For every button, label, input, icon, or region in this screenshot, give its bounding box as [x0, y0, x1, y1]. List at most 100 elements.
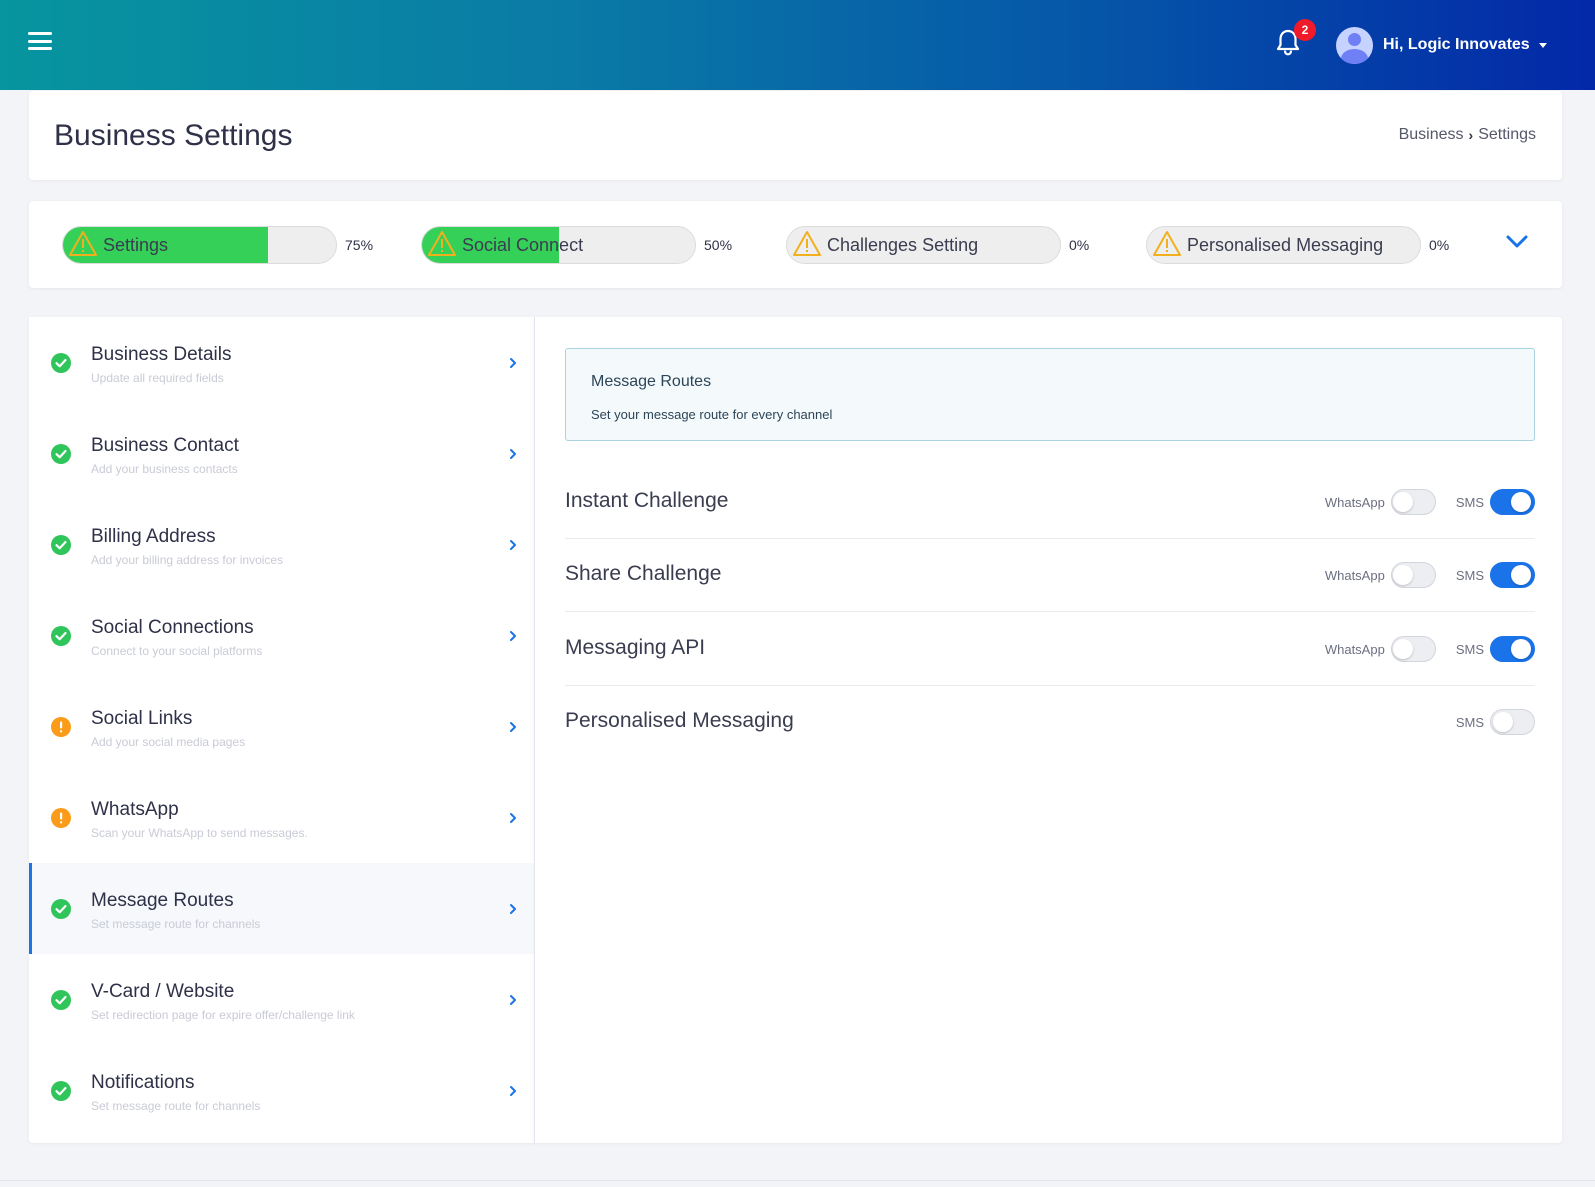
breadcrumb-business[interactable]: Business: [1399, 126, 1464, 144]
message-routes-panel: Message Routes Set your message route fo…: [534, 317, 1562, 1143]
chevron-right-icon: [510, 813, 516, 823]
whatsapp-toggle-label: WhatsApp: [1324, 641, 1385, 657]
chevron-right-icon: [510, 631, 516, 641]
sidebar-item-billing-address[interactable]: Billing Address Add your billing address …: [29, 499, 534, 591]
check-circle-icon: [51, 444, 71, 464]
user-greeting: Hi, Logic Innovates: [1383, 36, 1530, 53]
sidebar-item-social-links[interactable]: Social Links Add your social media pages: [29, 681, 534, 773]
route-name: Messaging API: [565, 636, 706, 659]
sidebar-item-v-card-website[interactable]: V-Card / Website Set redirection page for…: [29, 954, 534, 1046]
chevron-right-icon: [510, 722, 516, 732]
route-controls: WhatsApp SMS: [1325, 489, 1535, 515]
exclamation-circle-icon: [51, 717, 71, 737]
check-circle-icon: [51, 990, 71, 1010]
sidebar-item-message-routes[interactable]: Message Routes Set message route for chan…: [29, 863, 534, 955]
route-row-share-challenge: Share Challenge WhatsApp SMS: [565, 538, 1535, 612]
settings-sidebar: Business Details Update all required fiel…: [29, 317, 534, 1143]
whatsapp-toggle[interactable]: [1390, 489, 1436, 515]
breadcrumb-settings: Settings: [1478, 126, 1536, 143]
route-row-messaging-api: Messaging API WhatsApp SMS: [565, 612, 1535, 686]
progress-label: Personalised Messaging: [1187, 235, 1384, 255]
sms-toggle[interactable]: [1490, 709, 1535, 735]
check-circle-icon: [51, 353, 71, 373]
progress-label: Social Connect: [462, 235, 584, 255]
check-circle-icon: [51, 535, 71, 555]
info-title: Message Routes: [591, 373, 712, 390]
chevron-right-icon: [510, 904, 516, 914]
sidebar-item-subtitle: Set message route for channels: [91, 917, 261, 931]
check-circle-icon: [51, 626, 71, 646]
chevron-right-icon: ›: [1468, 127, 1474, 143]
sidebar-item-notifications[interactable]: Notifications Set message route for chann…: [29, 1045, 534, 1137]
sidebar-item-title: Message Routes: [91, 890, 234, 911]
sidebar-item-title: Business Contact: [91, 435, 239, 456]
whatsapp-toggle[interactable]: [1390, 562, 1436, 588]
chevron-right-icon: [510, 449, 516, 459]
chevron-right-icon: [510, 995, 516, 1005]
sidebar-item-title: Business Details: [91, 344, 232, 365]
route-row-instant-challenge: Instant Challenge WhatsApp SMS: [565, 465, 1535, 539]
user-menu[interactable]: Hi, Logic Innovates: [1336, 26, 1547, 64]
progress-percent: 75%: [345, 237, 374, 253]
route-row-personalised-messaging: Personalised Messaging SMS: [565, 685, 1535, 759]
page-title: Business Settings: [54, 119, 293, 152]
chevron-right-icon: [510, 358, 516, 368]
chevron-down-icon[interactable]: [1505, 233, 1529, 251]
sidebar-item-title: Social Links: [91, 708, 193, 729]
sidebar-item-subtitle: Update all required fields: [91, 371, 224, 385]
route-controls: WhatsApp SMS: [1325, 562, 1535, 588]
sms-toggle-label: SMS: [1455, 641, 1484, 657]
sms-toggle[interactable]: [1490, 562, 1535, 588]
whatsapp-toggle-label: WhatsApp: [1324, 567, 1385, 583]
sidebar-item-whatsapp[interactable]: WhatsApp Scan your WhatsApp to send messa…: [29, 772, 534, 864]
whatsapp-toggle-label: WhatsApp: [1324, 494, 1385, 510]
whatsapp-toggle[interactable]: [1390, 636, 1436, 662]
warning-icon: [69, 231, 97, 256]
sidebar-item-subtitle: Add your social media pages: [91, 735, 246, 749]
sidebar-item-title: Notifications: [91, 1072, 195, 1093]
warning-icon: [1153, 231, 1181, 256]
route-name: Share Challenge: [565, 562, 722, 585]
sidebar-item-subtitle: Add your business contacts: [91, 462, 238, 476]
progress-label: Challenges Setting: [827, 235, 979, 255]
sidebar-item-business-details[interactable]: Business Details Update all required fiel…: [29, 317, 534, 409]
progress-percent: 50%: [704, 237, 733, 253]
sms-toggle-label: SMS: [1455, 714, 1484, 730]
avatar: [1336, 26, 1373, 64]
chevron-right-icon: [510, 540, 516, 550]
sms-toggle-label: SMS: [1455, 494, 1484, 510]
breadcrumb: Business › Settings: [1399, 126, 1536, 144]
progress-percent: 0%: [1069, 237, 1090, 253]
info-subtitle: Set your message route for every channel: [591, 407, 833, 422]
sidebar-item-title: V-Card / Website: [91, 981, 235, 1002]
chevron-right-icon: [510, 1086, 516, 1096]
caret-down-icon: [1538, 42, 1547, 48]
sidebar-item-subtitle: Connect to your social platforms: [91, 644, 263, 658]
sidebar-item-social-connections[interactable]: Social Connections Connect to your social…: [29, 590, 534, 682]
warning-icon: [793, 231, 821, 256]
sidebar-item-subtitle: Add your billing address for invoices: [91, 553, 284, 567]
sidebar-item-subtitle: Set redirection page for expire offer/ch…: [91, 1008, 355, 1022]
route-controls: SMS: [1456, 709, 1535, 735]
menu-icon[interactable]: [28, 32, 52, 52]
sidebar-item-business-contact[interactable]: Business Contact Add your business contac…: [29, 408, 534, 500]
check-circle-icon: [51, 899, 71, 919]
route-controls: WhatsApp SMS: [1325, 636, 1535, 662]
sidebar-item-title: WhatsApp: [91, 799, 179, 820]
footer-divider: [0, 1180, 1595, 1181]
warning-icon: [428, 231, 456, 256]
progress-card: Settings 75% Social Connect 50% Challeng…: [29, 201, 1562, 288]
sms-toggle[interactable]: [1490, 636, 1535, 662]
sms-toggle-label: SMS: [1455, 567, 1484, 583]
check-circle-icon: [51, 1081, 71, 1101]
route-name: Personalised Messaging: [565, 709, 794, 732]
exclamation-circle-icon: [51, 808, 71, 828]
sidebar-item-subtitle: Scan your WhatsApp to send messages.: [91, 826, 308, 840]
route-name: Instant Challenge: [565, 489, 729, 512]
progress-label: Settings: [103, 235, 169, 255]
sidebar-item-subtitle: Set message route for channels: [91, 1099, 261, 1113]
sms-toggle[interactable]: [1490, 489, 1535, 515]
notification-badge: 2: [1294, 19, 1316, 41]
progress-percent: 0%: [1429, 237, 1450, 253]
sidebar-item-title: Social Connections: [91, 617, 254, 638]
